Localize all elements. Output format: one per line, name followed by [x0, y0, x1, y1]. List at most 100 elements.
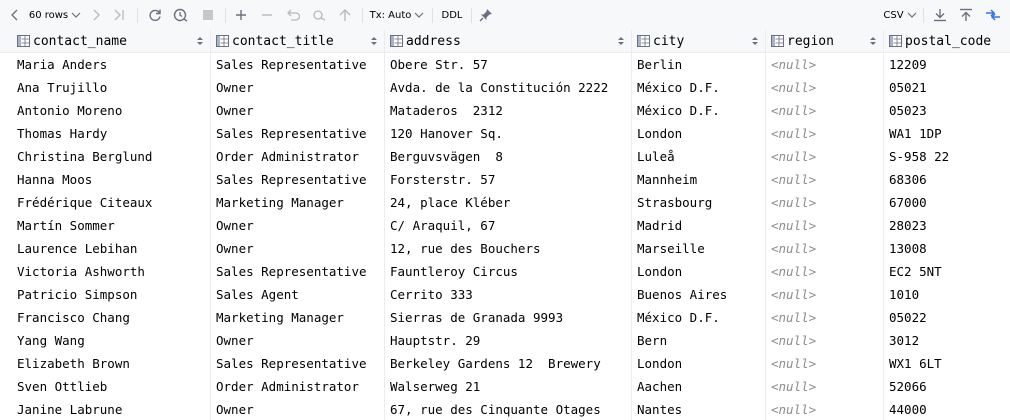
table-cell-city[interactable]: Berlin	[632, 53, 766, 76]
table-row[interactable]: Yang Wang Owner Hauptstr. 29 Bern <null> 3012	[0, 329, 1010, 352]
table-cell-contact-title[interactable]: Order Administrator	[211, 375, 385, 398]
table-cell-address[interactable]: 24, place Kléber	[385, 191, 632, 214]
pin-icon[interactable]	[477, 5, 495, 25]
last-page-icon[interactable]	[110, 5, 128, 25]
table-cell-region[interactable]: <null>	[766, 283, 884, 306]
table-row[interactable]: Laurence Lebihan Owner 12, rue des Boucher…	[0, 237, 1010, 260]
table-cell-city[interactable]: Bern	[632, 329, 766, 352]
table-cell-contact-name[interactable]: Sven Ottlieb	[12, 375, 211, 398]
column-header-city[interactable]: city	[632, 30, 766, 52]
export-format-dropdown[interactable]: CSV	[882, 5, 918, 25]
table-cell-address[interactable]: 120 Hanover Sq.	[385, 122, 632, 145]
export-icon[interactable]	[930, 5, 950, 25]
table-cell-postal-code[interactable]: 05023	[884, 99, 1010, 122]
table-cell-contact-name[interactable]: Maria Anders	[12, 53, 211, 76]
table-cell-address[interactable]: Walserweg 21	[385, 375, 632, 398]
table-cell-city[interactable]: Madrid	[632, 214, 766, 237]
table-cell-address[interactable]: C/ Araquil, 67	[385, 214, 632, 237]
table-row[interactable]: Hanna Moos Sales Representative Forsterstr…	[0, 168, 1010, 191]
sort-icon[interactable]	[370, 36, 378, 46]
table-cell-contact-name[interactable]: Janine Labrune	[12, 398, 211, 420]
table-cell-region[interactable]: <null>	[766, 168, 884, 191]
sort-icon[interactable]	[196, 36, 204, 46]
stop-icon[interactable]	[199, 5, 217, 25]
table-row[interactable]: Martín Sommer Owner C/ Araquil, 67 Madrid <n…	[0, 214, 1010, 237]
table-cell-postal-code[interactable]: 44000	[884, 398, 1010, 420]
table-cell-region[interactable]: <null>	[766, 306, 884, 329]
table-cell-region[interactable]: <null>	[766, 237, 884, 260]
table-cell-region[interactable]: <null>	[766, 191, 884, 214]
table-cell-city[interactable]: London	[632, 352, 766, 375]
table-cell-address[interactable]: 12, rue des Bouchers	[385, 237, 632, 260]
table-cell-contact-name[interactable]: Yang Wang	[12, 329, 211, 352]
table-cell-contact-title[interactable]: Owner	[211, 99, 385, 122]
table-cell-postal-code[interactable]: 13008	[884, 237, 1010, 260]
table-row[interactable]: Elizabeth Brown Sales Representative Berke…	[0, 352, 1010, 375]
table-cell-address[interactable]: Mataderos 2312	[385, 99, 632, 122]
table-cell-address[interactable]: Cerrito 333	[385, 283, 632, 306]
table-cell-address[interactable]: Fauntleroy Circus	[385, 260, 632, 283]
table-row[interactable]: Ana Trujillo Owner Avda. de la Constitució…	[0, 76, 1010, 99]
table-cell-contact-name[interactable]: Elizabeth Brown	[12, 352, 211, 375]
table-row[interactable]: Francisco Chang Marketing Manager Sierras …	[0, 306, 1010, 329]
table-cell-region[interactable]: <null>	[766, 260, 884, 283]
table-cell-city[interactable]: Marseille	[632, 237, 766, 260]
table-cell-region[interactable]: <null>	[766, 76, 884, 99]
table-cell-contact-title[interactable]: Marketing Manager	[211, 191, 385, 214]
table-cell-contact-title[interactable]: Order Administrator	[211, 145, 385, 168]
table-cell-region[interactable]: <null>	[766, 352, 884, 375]
table-cell-contact-title[interactable]: Sales Agent	[211, 283, 385, 306]
submit-icon[interactable]	[336, 5, 354, 25]
table-cell-contact-title[interactable]: Sales Representative	[211, 53, 385, 76]
table-cell-region[interactable]: <null>	[766, 375, 884, 398]
table-cell-contact-title[interactable]: Owner	[211, 214, 385, 237]
table-cell-city[interactable]: Aachen	[632, 375, 766, 398]
table-cell-contact-title[interactable]: Sales Representative	[211, 122, 385, 145]
table-cell-address[interactable]: Avda. de la Constitución 2222	[385, 76, 632, 99]
table-cell-region[interactable]: <null>	[766, 329, 884, 352]
table-cell-postal-code[interactable]: WX1 6LT	[884, 352, 1010, 375]
table-cell-postal-code[interactable]: 1010	[884, 283, 1010, 306]
table-cell-contact-title[interactable]: Sales Representative	[211, 260, 385, 283]
table-cell-contact-title[interactable]: Owner	[211, 398, 385, 420]
table-cell-city[interactable]: Strasbourg	[632, 191, 766, 214]
table-row[interactable]: Janine Labrune Owner 67, rue des Cinquante…	[0, 398, 1010, 420]
table-cell-city[interactable]: México D.F.	[632, 99, 766, 122]
table-cell-region[interactable]: <null>	[766, 99, 884, 122]
table-cell-postal-code[interactable]: 68306	[884, 168, 1010, 191]
history-icon[interactable]	[170, 5, 192, 25]
table-cell-address[interactable]: Berkeley Gardens 12 Brewery	[385, 352, 632, 375]
table-cell-postal-code[interactable]: 28023	[884, 214, 1010, 237]
table-cell-postal-code[interactable]: 67000	[884, 191, 1010, 214]
column-header-contact-title[interactable]: contact_title	[211, 30, 385, 52]
table-cell-postal-code[interactable]: 05022	[884, 306, 1010, 329]
delete-row-icon[interactable]	[258, 5, 276, 25]
refresh-icon[interactable]	[145, 5, 165, 25]
table-cell-address[interactable]: Sierras de Granada 9993	[385, 306, 632, 329]
table-cell-region[interactable]: <null>	[766, 145, 884, 168]
table-cell-contact-name[interactable]: Martín Sommer	[12, 214, 211, 237]
table-cell-address[interactable]: Berguvsvägen 8	[385, 145, 632, 168]
table-row[interactable]: Maria Anders Sales Representative Obere St…	[0, 53, 1010, 76]
compare-icon[interactable]	[982, 5, 1004, 25]
table-row[interactable]: Thomas Hardy Sales Representative 120 Hano…	[0, 122, 1010, 145]
table-cell-contact-name[interactable]: Thomas Hardy	[12, 122, 211, 145]
sort-icon[interactable]	[869, 36, 877, 46]
table-cell-contact-name[interactable]: Francisco Chang	[12, 306, 211, 329]
next-page-icon[interactable]	[88, 5, 104, 25]
column-header-address[interactable]: address	[385, 30, 632, 52]
table-cell-address[interactable]: 67, rue des Cinquante Otages	[385, 398, 632, 420]
table-row[interactable]: Victoria Ashworth Sales Representative Fau…	[0, 260, 1010, 283]
table-cell-city[interactable]: México D.F.	[632, 306, 766, 329]
import-icon[interactable]	[956, 5, 976, 25]
table-cell-city[interactable]: London	[632, 260, 766, 283]
transaction-mode-dropdown[interactable]: Tx: Auto	[368, 5, 426, 25]
table-cell-city[interactable]: Luleå	[632, 145, 766, 168]
table-cell-city[interactable]: London	[632, 122, 766, 145]
column-header-postal-code[interactable]: postal_code	[884, 30, 1010, 52]
table-cell-postal-code[interactable]: WA1 1DP	[884, 122, 1010, 145]
column-header-region[interactable]: region	[766, 30, 884, 52]
add-row-icon[interactable]	[232, 5, 250, 25]
table-cell-contact-name[interactable]: Christina Berglund	[12, 145, 211, 168]
table-cell-address[interactable]: Obere Str. 57	[385, 53, 632, 76]
